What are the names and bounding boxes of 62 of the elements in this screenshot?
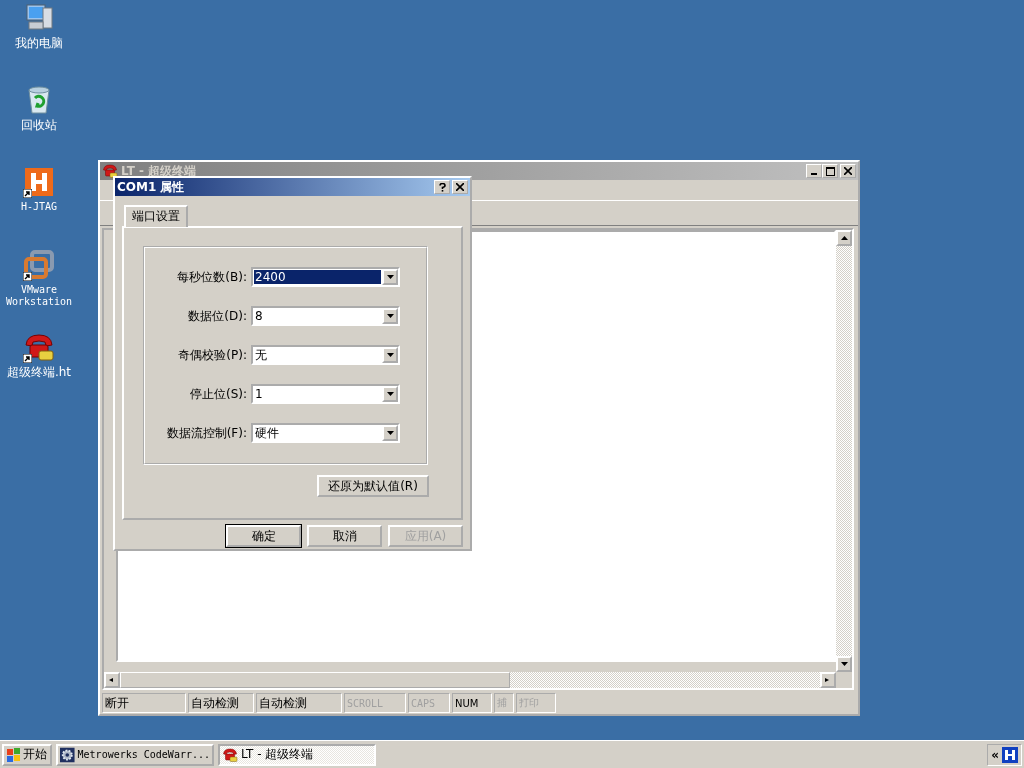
desktop-icon-label[interactable]: VMware Workstation xyxy=(0,284,78,308)
taskbar-button[interactable]: LT - 超级终端 xyxy=(218,743,376,766)
down-arrow-icon xyxy=(386,431,394,435)
question-mark-icon xyxy=(438,182,446,192)
vertical-scrollbar[interactable] xyxy=(836,230,852,672)
tray-expand-button[interactable]: « xyxy=(991,747,999,762)
dialog-button[interactable]: 取消 xyxy=(307,525,382,547)
field-label: 每秒位数(B): xyxy=(177,268,247,286)
telephone-icon xyxy=(102,163,118,179)
close-icon xyxy=(844,167,852,175)
scroll-left-button[interactable] xyxy=(104,672,120,688)
telephone-icon xyxy=(222,746,238,763)
four-squares-icon xyxy=(7,747,21,762)
status-panel: NUM xyxy=(452,693,492,713)
gear-icon xyxy=(60,746,75,763)
status-panel: 断开 xyxy=(102,693,186,713)
field-label: 数据流控制(F): xyxy=(166,424,247,442)
tab[interactable]: 端口设置 xyxy=(124,205,188,227)
horizontal-scrollbar[interactable] xyxy=(104,672,836,688)
maximize-icon xyxy=(825,166,835,176)
shortcut-arrow-icon xyxy=(23,272,32,281)
down-arrow-icon xyxy=(386,314,394,318)
dropdown-field[interactable]: 1 xyxy=(251,384,400,404)
field-label: 奇偶校验(P): xyxy=(178,346,247,364)
scroll-up-button[interactable] xyxy=(836,230,852,246)
left-arrow-icon xyxy=(108,678,116,682)
scroll-right-button[interactable] xyxy=(820,672,836,688)
desktop-icon-label[interactable]: 回收站 xyxy=(0,119,78,131)
start-button[interactable]: 开始 xyxy=(2,743,52,766)
dialog-title: COM1 属性 xyxy=(117,178,185,196)
desktop-icon-label[interactable]: H-JTAG xyxy=(0,201,78,213)
desktop-icon-label[interactable]: 超级终端.ht xyxy=(0,366,78,378)
field-label: 停止位(S): xyxy=(189,385,247,403)
down-arrow-icon xyxy=(386,392,394,396)
status-panel: 自动检测 xyxy=(188,693,254,713)
help-button[interactable] xyxy=(434,180,450,194)
down-arrow-icon xyxy=(386,275,394,279)
dropdown-button[interactable] xyxy=(382,425,398,441)
dropdown-field[interactable]: 硬件 xyxy=(251,423,400,443)
desktop-icon-label[interactable]: 我的电脑 xyxy=(0,37,78,49)
taskbar-button[interactable]: Metrowerks CodeWarr... xyxy=(56,743,214,766)
dropdown-button[interactable] xyxy=(382,269,398,285)
dialog-button[interactable]: 确定 xyxy=(226,525,301,547)
dropdown-button[interactable] xyxy=(382,308,398,324)
h-logo-icon[interactable] xyxy=(1002,746,1018,763)
close-icon xyxy=(456,183,464,191)
dropdown-button[interactable] xyxy=(382,347,398,363)
close-button[interactable] xyxy=(452,180,468,194)
dropdown-field[interactable]: 无 xyxy=(251,345,400,365)
field-label: 数据位(D): xyxy=(188,307,247,325)
scroll-down-button[interactable] xyxy=(836,656,852,672)
status-panel: 自动检测 xyxy=(256,693,342,713)
shortcut-arrow-icon xyxy=(23,189,32,198)
scroll-thumb[interactable] xyxy=(120,672,510,688)
up-arrow-icon xyxy=(840,236,848,240)
dropdown-field[interactable]: 2400 xyxy=(251,267,400,287)
dropdown-field[interactable]: 8 xyxy=(251,306,400,326)
shortcut-arrow-icon xyxy=(23,354,32,363)
restore-defaults-button[interactable]: 还原为默认值(R) xyxy=(317,475,429,497)
dropdown-button[interactable] xyxy=(382,386,398,402)
down-arrow-icon xyxy=(386,353,394,357)
down-arrow-icon xyxy=(840,662,848,666)
